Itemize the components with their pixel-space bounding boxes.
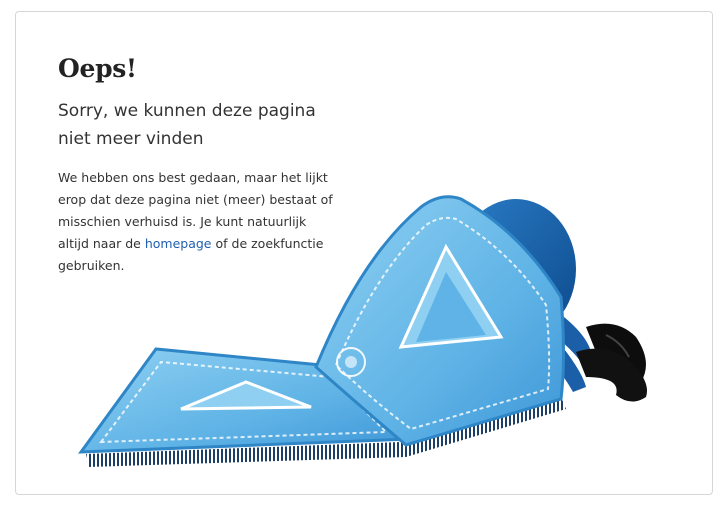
carpet — [77, 195, 566, 467]
page-subtitle: Sorry, we kunnen deze pagina niet meer v… — [58, 101, 316, 149]
error-card: Oeps! Sorry, we kunnen deze pagina niet … — [15, 11, 713, 495]
flying-carpet-character-icon — [77, 195, 647, 467]
page-title: Oeps! — [58, 54, 137, 83]
